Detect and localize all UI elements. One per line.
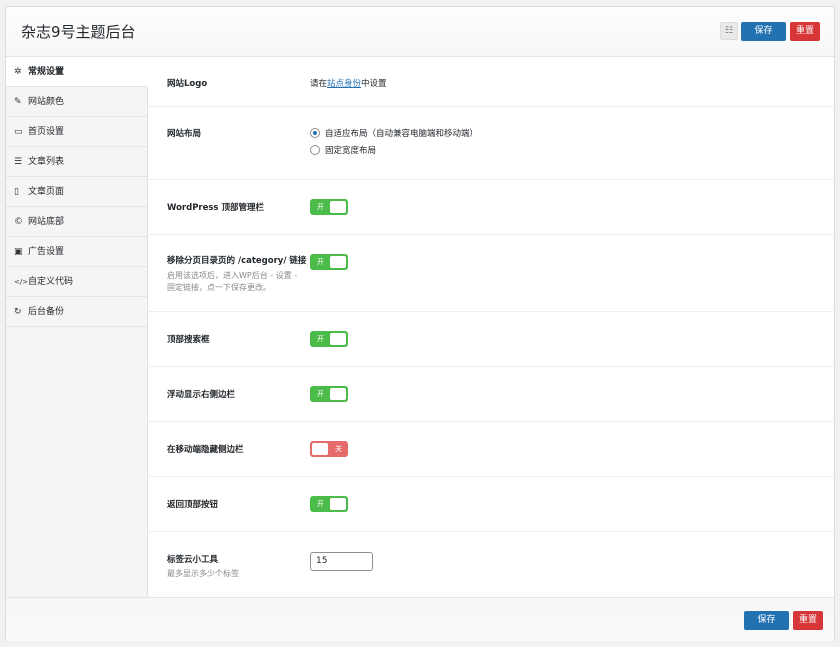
setting-label: 顶部搜索框 [167,335,210,345]
setting-label: WordPress 顶部管理栏 [167,203,264,213]
mobile-hide-toggle[interactable]: 关 [310,441,348,457]
layout-radio-responsive[interactable]: 自适应布局（自动兼容电脑端和移动端） [310,126,478,140]
brush-icon: ✎ [14,97,22,107]
sidebar-item-label: 网站颜色 [28,97,65,107]
sidebar-item-label: 首页设置 [28,127,65,137]
setting-label: 浮动显示右侧边栏 [167,390,236,400]
setting-row-admin-bar: WordPress 顶部管理栏 开 [148,180,836,235]
toggle-state: 关 [335,445,342,453]
admin-bar-toggle[interactable]: 开 [310,199,348,215]
toggle-state: 开 [317,335,324,343]
toggle-knob [330,498,346,510]
sidebar-item-label: 网站底部 [28,217,65,227]
toggle-state: 开 [317,500,324,508]
toggle-knob [312,443,328,455]
setting-row-float-sidebar: 浮动显示右侧边栏 开 [148,367,836,422]
setting-label: 返回顶部按钮 [167,500,219,510]
settings-content: 网站Logo 请在站点身份中设置 网站布局 自适应布局（自动兼容电脑端和移动端）… [148,57,836,597]
footer-reset-button[interactable]: 重置 [793,611,823,630]
toggle-knob [330,201,346,213]
setting-row-search: 顶部搜索框 开 [148,312,836,367]
toggle-state: 开 [317,390,324,398]
sidebar-item-custom-code[interactable]: </>自定义代码 [6,267,147,297]
setting-row-mobile-hide: 在移动端隐藏侧边栏 关 [148,422,836,477]
layout-radio-fixed[interactable]: 固定宽度布局 [310,143,478,157]
panel-footer: 保存 重置 [6,597,834,641]
setting-label: 网站Logo [167,79,208,89]
monitor-icon: ▭ [14,127,23,137]
setting-row-logo: 网站Logo 请在站点身份中设置 [148,57,836,107]
footer-save-button[interactable]: 保存 [744,611,789,630]
layout-radio-group: 自适应布局（自动兼容电脑端和移动端） 固定宽度布局 [310,126,478,157]
sidebar-item-footer[interactable]: © 网站底部 [6,207,147,237]
sidebar-item-colors[interactable]: ✎ 网站颜色 [6,87,147,117]
sidebar: ✲ 常规设置 ✎ 网站颜色 ▭ 首页设置 ☰ 文章列表 ▯ 文章页面 © 网站底部 ▣ 广告设… [6,57,148,597]
radio-label: 自适应布局（自动兼容电脑端和移动端） [325,129,479,139]
gear-icon: ✲ [14,67,22,77]
sidebar-item-label: 广告设置 [28,247,65,257]
panel-header: 杂志9号主题后台 ☷ 保存 重置 [6,7,834,57]
sidebar-item-label: 文章列表 [28,157,65,167]
toggle-knob [330,388,346,400]
logo-hint-post: 中设置 [361,79,387,89]
toggle-state: 开 [317,203,324,211]
float-sidebar-toggle[interactable]: 开 [310,386,348,402]
copyright-icon: © [14,217,23,227]
site-identity-link[interactable]: 站点身份 [327,79,361,89]
back-top-toggle[interactable]: 开 [310,496,348,512]
setting-label: 移除分页目录页的 /category/ 链接 [167,256,307,266]
radio-checked-icon [310,128,320,138]
sidebar-item-label: 常规设置 [28,67,65,77]
logo-hint: 请在站点身份中设置 [310,77,387,89]
sidebar-item-general[interactable]: ✲ 常规设置 [6,57,148,87]
list-icon: ☰ [14,157,23,167]
header-save-button[interactable]: 保存 [741,22,786,41]
setting-label: 标签云小工具 [167,555,219,565]
header-reset-button[interactable]: 重置 [790,22,820,41]
radio-unchecked-icon [310,145,320,155]
sidebar-item-label: 后台备份 [28,307,65,317]
setting-row-tag-cloud: 标签云小工具 最多显示多少个标签 15 [148,532,836,597]
sidebar-item-label: 自定义代码 [28,277,74,287]
setting-label: 在移动端隐藏侧边栏 [167,445,244,455]
setting-row-layout: 网站布局 自适应布局（自动兼容电脑端和移动端） 固定宽度布局 [148,107,836,180]
sidebar-item-ads[interactable]: ▣ 广告设置 [6,237,147,267]
setting-description: 启用该选项后，进入WP后台 - 设置 - 固定链接，点一下保存更改。 [167,271,298,292]
sidebar-item-label: 文章页面 [28,187,65,197]
toggle-knob [330,256,346,268]
logo-hint-pre: 请在 [310,79,328,89]
sidebar-item-backup[interactable]: ↻ 后台备份 [6,297,147,327]
setting-label: 网站布局 [167,129,202,139]
expand-icon[interactable]: ☷ [720,22,738,40]
setting-description: 最多显示多少个标签 [167,569,239,578]
settings-panel: 杂志9号主题后台 ☷ 保存 重置 ✲ 常规设置 ✎ 网站颜色 ▭ 首页设置 ☰ 文章列表… [5,6,836,641]
ad-icon: ▣ [14,247,23,257]
sidebar-item-post-page[interactable]: ▯ 文章页面 [6,177,147,207]
sidebar-item-home[interactable]: ▭ 首页设置 [6,117,147,147]
category-toggle[interactable]: 开 [310,254,348,270]
search-toggle[interactable]: 开 [310,331,348,347]
setting-row-category: 移除分页目录页的 /category/ 链接 启用该选项后，进入WP后台 - 设… [148,235,836,312]
toggle-state: 开 [317,258,324,266]
file-icon: ▯ [14,187,19,197]
sidebar-item-post-list[interactable]: ☰ 文章列表 [6,147,147,177]
toggle-knob [330,333,346,345]
code-icon: </> [14,278,29,286]
setting-row-back-top: 返回顶部按钮 开 [148,477,836,532]
radio-label: 固定宽度布局 [325,146,377,156]
tag-cloud-count-input[interactable]: 15 [310,552,373,571]
page-title: 杂志9号主题后台 [21,23,136,41]
refresh-icon: ↻ [14,307,22,317]
